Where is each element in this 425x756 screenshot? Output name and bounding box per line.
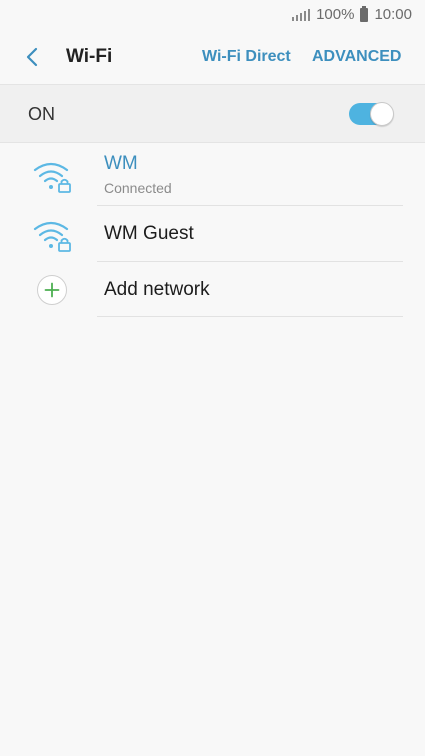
switch-state-label: ON [28,104,55,124]
clock: 10:00 [374,6,412,23]
advanced-button[interactable]: ADVANCED [312,48,401,66]
wifi-toggle[interactable] [349,102,394,126]
status-indicators: 100% 10:00 [292,5,412,23]
back-button[interactable] [20,44,46,70]
row-divider [97,316,403,317]
app-header: Wi-Fi Wi-Fi Direct ADVANCED [0,32,425,84]
wifi-master-switch-row[interactable]: ON [0,85,425,142]
add-network-item[interactable]: Add network [0,262,425,316]
add-network-label: Add network [104,279,210,300]
battery-icon [360,5,369,22]
network-name: WM [104,153,138,174]
plus-icon [37,275,67,305]
wifi-direct-button[interactable]: Wi-Fi Direct [202,48,291,66]
network-item-wm-guest[interactable]: WM Guest [0,206,425,261]
toggle-thumb [370,102,394,126]
network-status: Connected [104,180,172,196]
plus-glyph [44,282,60,298]
network-item-wm[interactable]: WM Connected [0,143,425,206]
page-title: Wi-Fi [66,46,113,67]
status-bar: 100% 10:00 [0,0,425,32]
wifi-locked-icon [33,221,71,252]
signal-icon [292,8,311,21]
wifi-locked-icon [33,162,71,193]
battery-percent: 100% [316,6,355,23]
network-name: WM Guest [104,223,194,244]
back-arrow-icon [26,47,38,67]
